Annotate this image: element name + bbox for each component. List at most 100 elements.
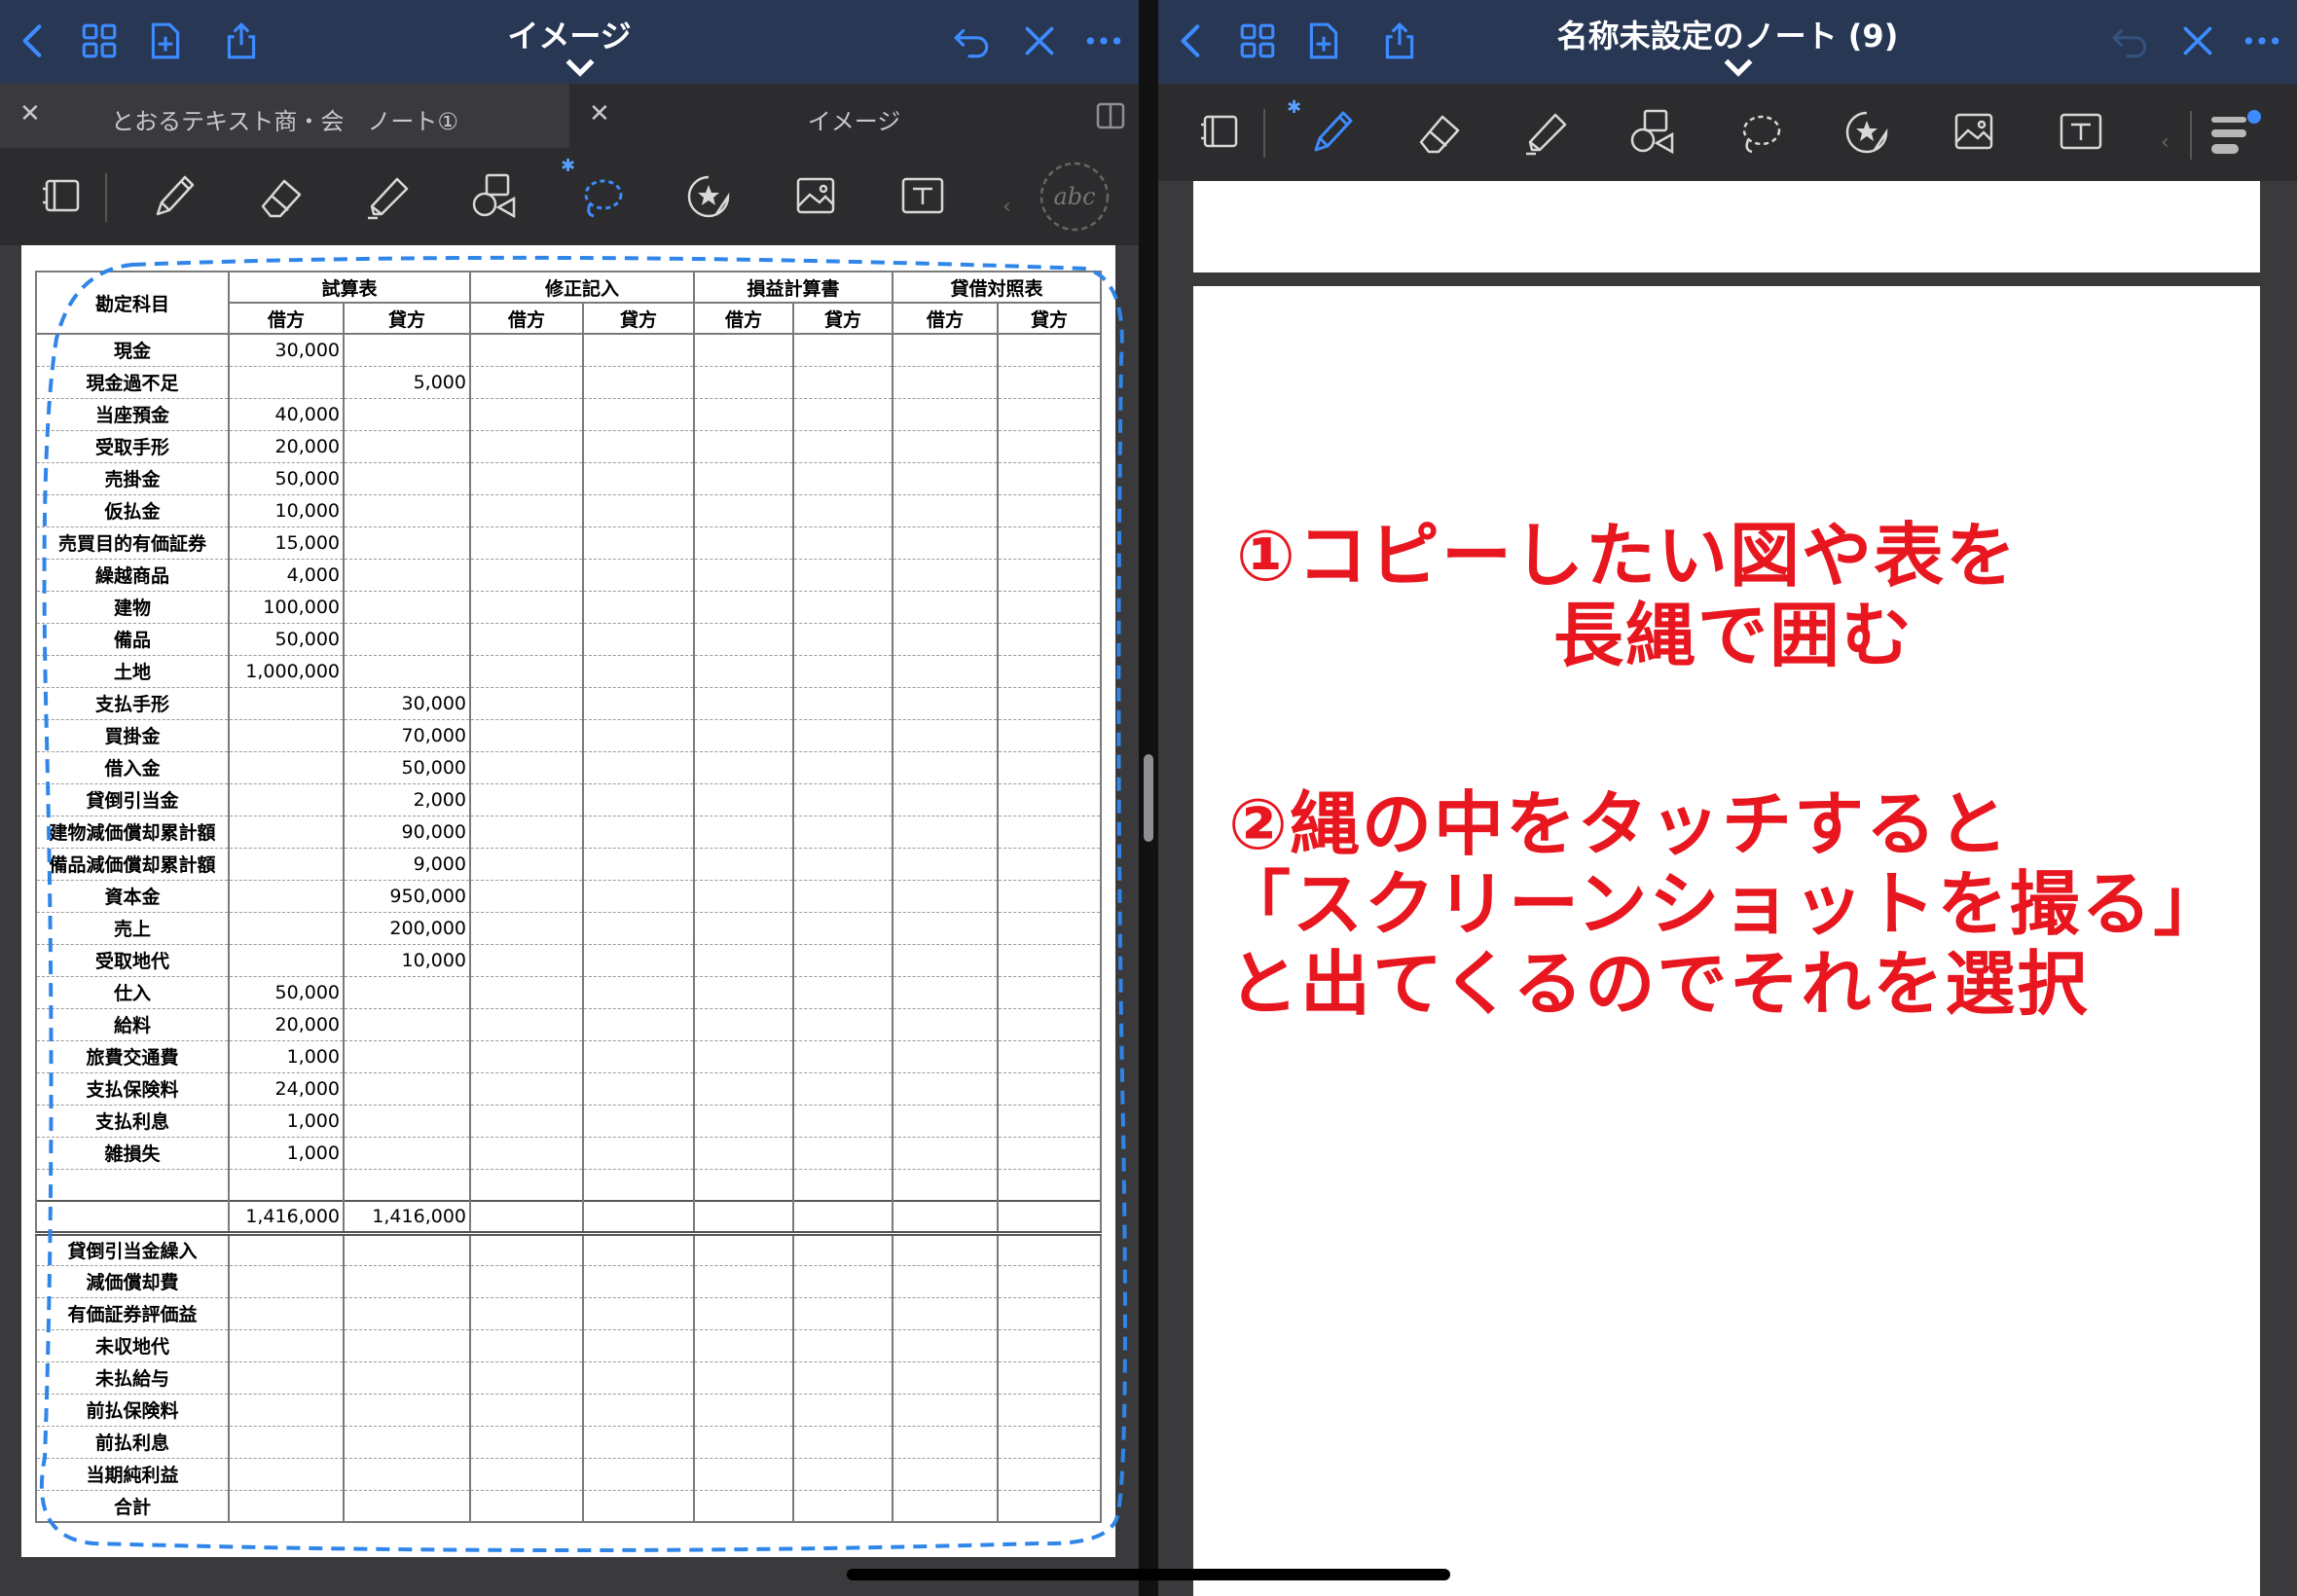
- empty-cell: [469, 1329, 584, 1362]
- lasso-icon[interactable]: [570, 165, 633, 228]
- trial-credit-cell: [343, 1040, 471, 1073]
- adjustment-row: 貸倒引当金繰入: [35, 1233, 1102, 1266]
- empty-cell: [582, 687, 695, 720]
- account-name: 借入金: [35, 751, 230, 784]
- empty-cell: [792, 1233, 893, 1266]
- empty-cell: [792, 559, 893, 592]
- trial-debit-cell: [228, 366, 345, 399]
- empty-cell: [892, 559, 999, 592]
- empty-cell: [792, 1297, 893, 1330]
- trial-debit-cell: 1,000: [228, 1105, 345, 1138]
- empty-cell: [693, 1361, 794, 1395]
- empty-cell: [582, 1072, 695, 1106]
- account-name: 支払手形: [35, 687, 230, 720]
- trial-credit-cell: [343, 1233, 471, 1266]
- empty-cell: [892, 1361, 999, 1395]
- more-icon[interactable]: [1080, 18, 1127, 64]
- highlighter-icon[interactable]: [356, 165, 419, 228]
- empty-cell: [469, 366, 584, 399]
- empty-cell: [582, 1105, 695, 1138]
- header-credit: 貸方: [997, 302, 1102, 335]
- document-page[interactable]: 勘定科目 試算表 修正記入 損益計算書 貸借対照表 借方 貸方 借方 貸方 借方 貸方 借方…: [21, 245, 1127, 1557]
- empty-cell: [892, 1137, 999, 1170]
- empty-cell: [469, 1169, 584, 1202]
- empty-cell: [892, 816, 999, 849]
- note-page[interactable]: ①コピーしたい図や表を 長縄で囲む ②縄の中をタッチすると 「スクリーンショット…: [1193, 286, 2260, 1596]
- trial-credit-cell: 2,000: [343, 783, 471, 816]
- empty-cell: [469, 1200, 584, 1236]
- image-icon[interactable]: [784, 165, 847, 228]
- eraser-icon[interactable]: [249, 165, 311, 228]
- toolbar-scroll-left-icon[interactable]: ‹: [2161, 130, 2169, 155]
- empty-cell: [792, 623, 893, 656]
- account-name: 前払利息: [35, 1426, 230, 1459]
- trial-credit-cell: [343, 1105, 471, 1138]
- empty-cell: [892, 398, 999, 431]
- more-icon[interactable]: [2239, 18, 2285, 64]
- empty-cell: [892, 1329, 999, 1362]
- trial-debit-cell: [228, 751, 345, 784]
- tab-image[interactable]: ✕ イメージ: [569, 84, 1139, 148]
- empty-cell: [469, 719, 584, 752]
- empty-cell: [792, 1426, 893, 1459]
- trial-credit-cell: 950,000: [343, 880, 471, 913]
- text-box-icon[interactable]: [2050, 101, 2112, 163]
- empty-cell: [792, 1394, 893, 1427]
- tab-notebook[interactable]: ✕ とおるテキスト商・会 ノート①: [0, 84, 569, 148]
- empty-cell: [582, 751, 695, 784]
- text-box-icon[interactable]: [892, 165, 954, 228]
- empty-cell: [693, 1426, 794, 1459]
- bluetooth-icon: ✱: [1287, 97, 1302, 118]
- close-x-icon[interactable]: [2174, 18, 2221, 64]
- page-view-icon[interactable]: [1189, 101, 1252, 163]
- empty-cell: [693, 783, 794, 816]
- table-row: [35, 1169, 1102, 1202]
- trial-credit-cell: [343, 976, 471, 1009]
- eraser-icon[interactable]: [1407, 101, 1470, 163]
- undo-icon[interactable]: [2106, 18, 2153, 64]
- empty-cell: [892, 1105, 999, 1138]
- split-view-icon[interactable]: [1096, 102, 1125, 129]
- shapes-icon[interactable]: [1622, 101, 1684, 163]
- empty-cell: [582, 1233, 695, 1266]
- empty-cell: [693, 816, 794, 849]
- empty-cell: [582, 976, 695, 1009]
- empty-cell: [582, 1329, 695, 1362]
- note-area: ①コピーしたい図や表を 長縄で囲む ②縄の中をタッチすると 「スクリーンショット…: [1158, 181, 2297, 1596]
- close-x-icon[interactable]: [1016, 18, 1063, 64]
- trial-debit-cell: [228, 1265, 345, 1298]
- account-name: 建物減価償却累計額: [35, 816, 230, 849]
- account-name: 有価証券評価益: [35, 1297, 230, 1330]
- empty-cell: [792, 398, 893, 431]
- empty-cell: [469, 687, 584, 720]
- empty-cell: [693, 526, 794, 560]
- handwriting-icon[interactable]: abc: [1038, 160, 1112, 234]
- toolbar-scroll-left-icon[interactable]: ‹: [1003, 195, 1011, 219]
- right-tool-bar: ✱ ‹: [1158, 84, 2297, 181]
- shapes-icon[interactable]: [463, 165, 526, 228]
- previous-note-page[interactable]: [1193, 181, 2260, 272]
- sticker-icon[interactable]: [1836, 101, 1898, 163]
- empty-cell: [997, 816, 1102, 849]
- table-row: 売上 200,000: [35, 912, 1102, 945]
- page-view-icon[interactable]: [31, 165, 93, 228]
- image-icon[interactable]: [1943, 101, 2005, 163]
- empty-cell: [582, 880, 695, 913]
- sticker-icon[interactable]: [677, 165, 740, 228]
- highlighter-icon[interactable]: [1514, 101, 1577, 163]
- pen-icon[interactable]: [142, 165, 204, 228]
- document-area: 勘定科目 試算表 修正記入 損益計算書 貸借対照表 借方 貸方 借方 貸方 借方 貸方 借方…: [0, 245, 1139, 1596]
- empty-cell: [582, 1265, 695, 1298]
- account-name: 売上: [35, 912, 230, 945]
- undo-icon[interactable]: [948, 18, 995, 64]
- lasso-icon[interactable]: [1729, 101, 1791, 163]
- split-divider-handle[interactable]: [1144, 754, 1153, 842]
- empty-cell: [997, 751, 1102, 784]
- empty-cell: [892, 944, 999, 977]
- pen-icon[interactable]: [1300, 101, 1363, 163]
- header-credit: 貸方: [582, 302, 695, 335]
- empty-cell: [469, 944, 584, 977]
- pen-settings-icon[interactable]: [2204, 101, 2266, 163]
- trial-credit-cell: [343, 1297, 471, 1330]
- account-name: 受取手形: [35, 430, 230, 463]
